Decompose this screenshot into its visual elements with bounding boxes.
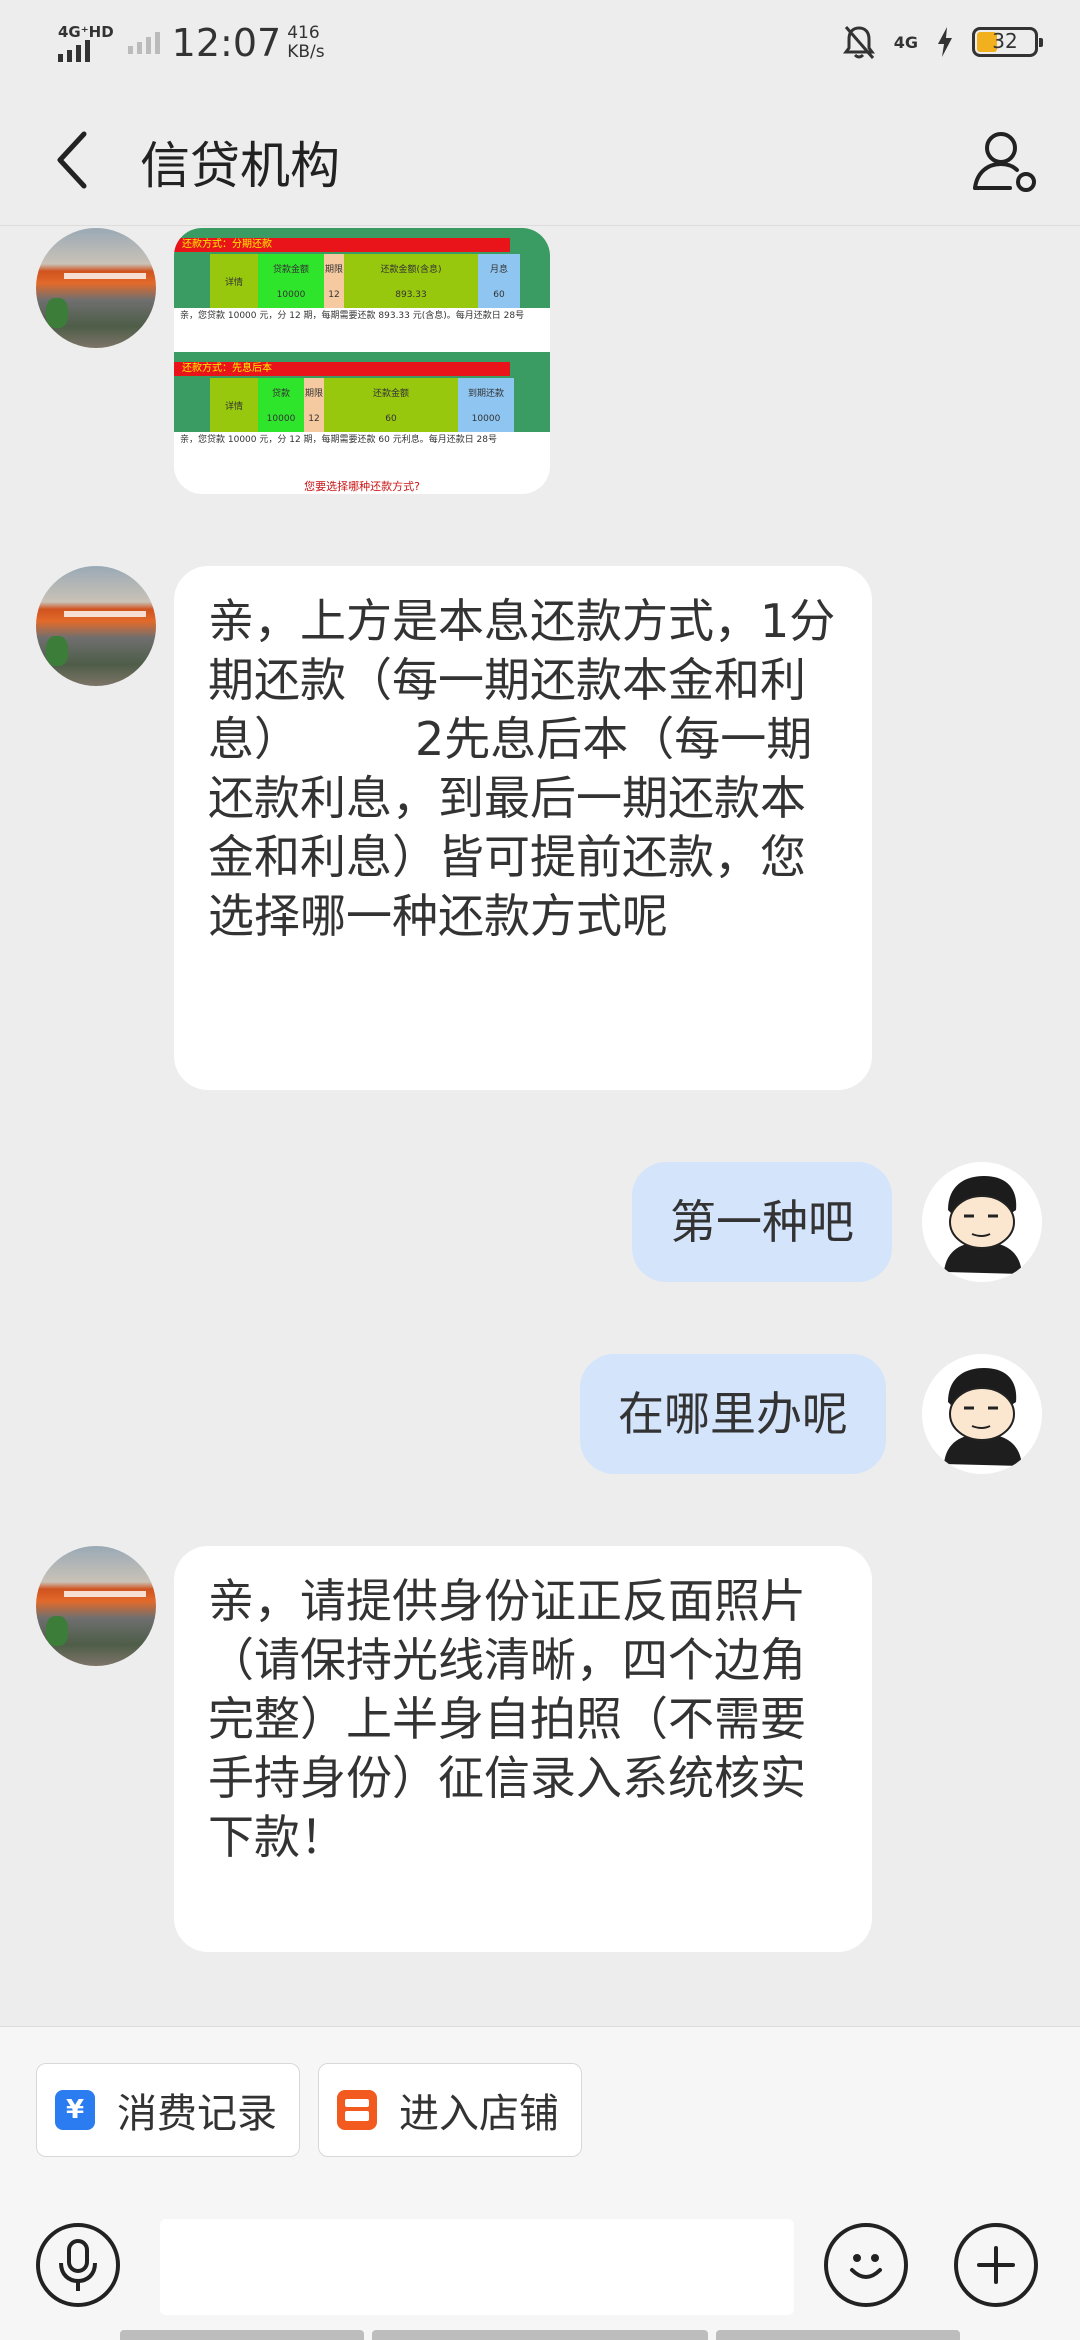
merchant-avatar[interactable] [36,1546,156,1666]
nav-indicator [716,2330,960,2340]
user-settings-icon [973,132,1036,192]
image-question: 您要选择哪种还款方式? [304,480,420,493]
status-left: 4G⁺HD 12:07 416 KB/s [58,18,325,68]
nav-indicator [372,2330,708,2340]
input-bar: ¥ 消费记录 进入店铺 [0,2026,1080,2340]
table1-cell: 12 [328,290,340,301]
chevron-left-icon [57,131,87,189]
network-speed: 416 KB/s [287,24,324,62]
repayment-image-message[interactable]: 还款方式：分期还款 详情 贷款金额 10000 期限 12 还款金额(含息) 893.… [174,228,550,494]
table2-col: 详情 [224,401,243,412]
merchant-avatar[interactable] [36,566,156,686]
voice-button[interactable] [36,2223,120,2307]
interest-first-table: 还款方式：先息后本 详情 贷款 10000 期限 12 还款金额 60 到期还款 100… [174,352,550,466]
table2-cell: 10000 [471,414,501,425]
chat-header: 信贷机构 [0,90,1080,226]
nav-indicator [120,2330,364,2340]
table1-col: 月息 [489,264,508,275]
purchase-records-button[interactable]: ¥ 消费记录 [36,2063,300,2157]
plus-icon [977,2246,1015,2284]
table1-cell: 893.33 [395,290,427,301]
table1-col: 贷款金额 [272,264,309,275]
table1-cell: 60 [493,290,505,301]
table1-cell: 10000 [276,290,306,301]
table2-col: 到期还款 [467,388,504,399]
cartoon-avatar-icon [944,1368,1022,1466]
signal-2-icon [127,32,160,54]
charging-icon [938,27,952,57]
cartoon-avatar-icon [944,1176,1022,1274]
table2-col: 期限 [304,388,323,399]
table2-cell: 60 [385,414,397,425]
store-icon [337,2090,377,2130]
sent-message[interactable]: 在哪里办呢 [580,1354,886,1474]
sent-message[interactable]: 第一种吧 [632,1162,892,1282]
mute-bell-icon [842,26,875,59]
enter-store-label: 进入店铺 [399,2091,559,2137]
signal-icon: 4G⁺HD [58,22,114,62]
back-button[interactable] [50,130,100,190]
profile-button[interactable] [970,126,1040,196]
merchant-avatar[interactable] [36,228,156,348]
status-bar: 4G⁺HD 12:07 416 KB/s 4G 32 [0,0,1080,80]
message-input[interactable] [160,2219,794,2315]
speed-value: 416 [287,23,320,43]
network-tag: 4G⁺HD [58,22,114,41]
table2-note: 亲，您贷款 10000 元，分 12 期，每期需要还款 60 元利息。每月还款日… [174,432,550,466]
received-message[interactable]: 亲，上方是本息还款方式，1分期还款（每一期还款本金和利息） 2先息后本（每一期还… [174,566,872,1090]
speed-unit: KB/s [287,42,325,62]
table2-header: 还款方式：先息后本 [182,363,272,374]
emoji-button[interactable] [824,2223,908,2307]
network-type: 4G [893,32,918,52]
status-right: 4G 32 [842,20,1043,64]
battery-icon: 32 [972,27,1043,57]
user-avatar[interactable] [922,1354,1042,1474]
purchase-records-label: 消费记录 [117,2091,277,2137]
enter-store-button[interactable]: 进入店铺 [318,2063,582,2157]
page-title: 信贷机构 [140,137,340,195]
table2-col: 贷款 [271,388,290,399]
more-button[interactable] [954,2223,1038,2307]
smiley-icon [850,2254,882,2279]
table2-cell: 12 [308,414,320,425]
ticket-icon: ¥ [55,2090,95,2130]
table1-note: 亲，您贷款 10000 元，分 12 期，每期需要还款 893.33 元(含息)… [174,308,550,342]
microphone-icon [59,2239,97,2291]
table2-cell: 10000 [266,414,296,425]
table1-header: 还款方式：分期还款 [182,239,272,250]
table1-col: 还款金额(含息) [380,264,442,275]
installment-table: 还款方式：分期还款 详情 贷款金额 10000 期限 12 还款金额(含息) 893.… [174,228,550,342]
user-avatar[interactable] [922,1162,1042,1282]
battery-level: 32 [992,29,1018,53]
table2-col: 还款金额 [372,388,409,399]
table1-col: 详情 [224,277,243,288]
received-message[interactable]: 亲，请提供身份证正反面照片（请保持光线清晰，四个边角完整）上半身自拍照（不需要手… [174,1546,872,1952]
table1-col: 期限 [324,264,343,275]
clock: 12:07 [171,21,282,65]
